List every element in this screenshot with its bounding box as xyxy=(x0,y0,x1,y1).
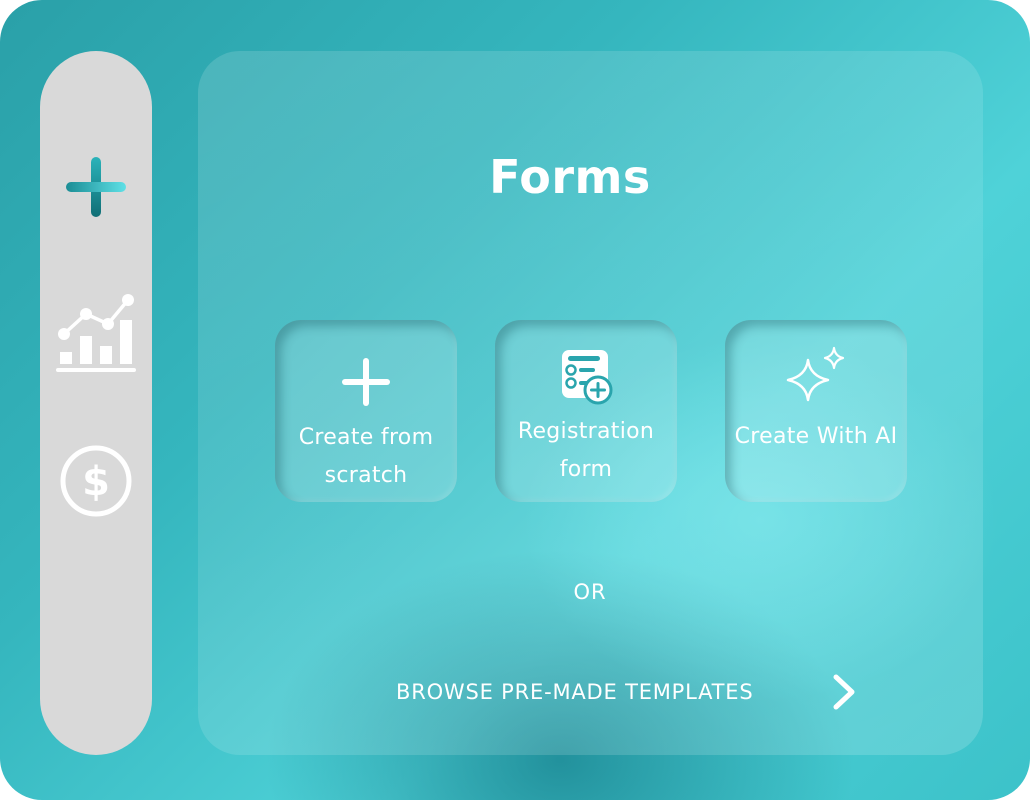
app-window: $ Forms Create from scratch Registration… xyxy=(0,0,1030,800)
create-from-scratch-card[interactable]: Create from scratch xyxy=(275,320,457,502)
sidebar-item-billing[interactable]: $ xyxy=(40,441,152,521)
chart-icon xyxy=(56,294,136,372)
dollar-icon: $ xyxy=(60,445,132,517)
registration-form-card[interactable]: Registration form xyxy=(495,320,677,502)
browse-templates-label: BROWSE PRE-MADE TEMPLATES xyxy=(396,680,754,704)
card-label-line2: scratch xyxy=(324,463,408,488)
card-label-line1: Registration xyxy=(517,419,655,444)
card-label: Create With AI xyxy=(734,424,898,449)
browse-templates-link[interactable]: BROWSE PRE-MADE TEMPLATES xyxy=(380,672,880,712)
card-label-line2: form xyxy=(559,457,613,482)
chevron-right-icon xyxy=(833,674,855,710)
plus-icon xyxy=(342,358,390,406)
sidebar-item-analytics[interactable] xyxy=(40,289,152,379)
create-with-ai-card[interactable]: Create With AI xyxy=(725,320,907,502)
svg-text:$: $ xyxy=(82,459,110,505)
card-label-line1: Create from xyxy=(298,425,434,450)
page-title: Forms xyxy=(489,150,651,204)
registration-form-icon xyxy=(562,350,613,405)
or-divider-label: OR xyxy=(573,580,607,604)
sparkle-icon xyxy=(786,346,845,402)
